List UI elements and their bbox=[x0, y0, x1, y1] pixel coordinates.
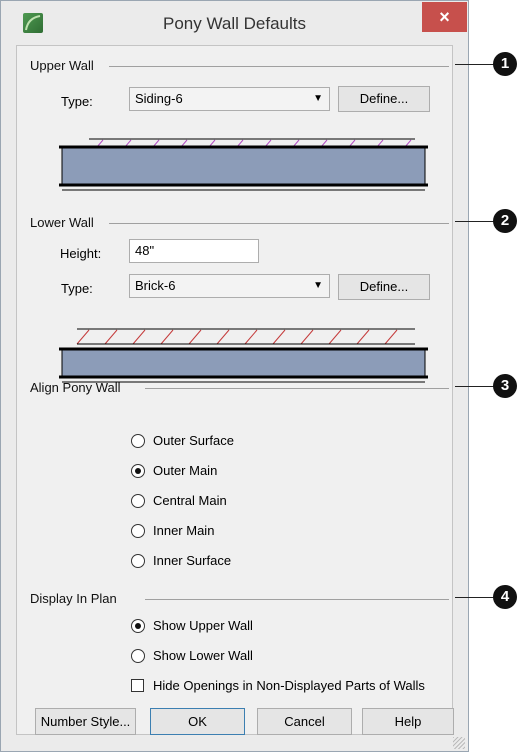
lower-wall-height-label: Height: bbox=[60, 246, 102, 261]
checkbox-label: Hide Openings in Non-Displayed Parts of … bbox=[153, 678, 425, 693]
display-separator bbox=[145, 599, 449, 600]
radio-show-lower-wall[interactable] bbox=[131, 649, 145, 663]
radio-label: Central Main bbox=[153, 493, 227, 508]
upper-wall-type-label: Type: bbox=[61, 94, 93, 109]
dialog-content-panel: Upper Wall Type: Siding-6 ▼ Define... Lo… bbox=[16, 45, 454, 735]
lower-wall-type-value: Brick-6 bbox=[135, 278, 176, 293]
upper-wall-preview bbox=[59, 138, 428, 191]
dropdown-arrow-icon: ▼ bbox=[313, 280, 323, 291]
lower-wall-type-label: Type: bbox=[61, 281, 93, 296]
callout-leader-3 bbox=[455, 386, 495, 387]
cancel-button[interactable]: Cancel bbox=[257, 708, 352, 735]
upper-wall-separator bbox=[109, 66, 449, 67]
ok-button[interactable]: OK bbox=[150, 708, 245, 735]
radio-label: Inner Main bbox=[153, 523, 215, 538]
radio-label: Outer Main bbox=[153, 463, 218, 478]
upper-wall-group-label: Upper Wall bbox=[30, 58, 94, 73]
lower-wall-separator bbox=[109, 223, 449, 224]
radio-central-main[interactable] bbox=[131, 494, 145, 508]
callout-leader-4 bbox=[455, 597, 495, 598]
upper-wall-type-value: Siding-6 bbox=[135, 91, 183, 106]
callout-leader-1 bbox=[455, 64, 495, 65]
upper-wall-type-select[interactable]: Siding-6 ▼ bbox=[129, 87, 330, 111]
radio-label: Outer Surface bbox=[153, 433, 234, 448]
radio-label: Show Lower Wall bbox=[153, 648, 253, 663]
lower-wall-type-select[interactable]: Brick-6 ▼ bbox=[129, 274, 330, 298]
hide-openings-checkbox[interactable] bbox=[131, 679, 144, 692]
upper-wall-define-button[interactable]: Define... bbox=[338, 86, 430, 112]
radio-outer-main[interactable] bbox=[131, 464, 145, 478]
radio-outer-surface[interactable] bbox=[131, 434, 145, 448]
radio-label: Show Upper Wall bbox=[153, 618, 253, 633]
lower-wall-define-button[interactable]: Define... bbox=[338, 274, 430, 300]
resize-grip-icon[interactable] bbox=[453, 737, 465, 749]
callout-marker-4: 4 bbox=[493, 585, 517, 609]
align-separator bbox=[145, 388, 449, 389]
callout-marker-3: 3 bbox=[493, 374, 517, 398]
align-pony-wall-group-label: Align Pony Wall bbox=[30, 380, 121, 395]
dropdown-arrow-icon: ▼ bbox=[313, 93, 323, 104]
callout-marker-1: 1 bbox=[493, 52, 517, 76]
callout-marker-2: 2 bbox=[493, 209, 517, 233]
lower-wall-group-label: Lower Wall bbox=[30, 215, 94, 230]
number-style-button[interactable]: Number Style... bbox=[35, 708, 136, 735]
lower-wall-height-input[interactable]: 48" bbox=[129, 239, 259, 263]
window-title: Pony Wall Defaults bbox=[163, 14, 306, 33]
radio-label: Inner Surface bbox=[153, 553, 232, 568]
radio-inner-surface[interactable] bbox=[131, 554, 145, 568]
pony-wall-defaults-dialog: Pony Wall Defaults × Upper Wall Type: Si… bbox=[0, 0, 469, 752]
lower-wall-preview bbox=[59, 328, 428, 383]
brick-hatch-pattern bbox=[76, 329, 398, 345]
radio-show-upper-wall[interactable] bbox=[131, 619, 145, 633]
radio-inner-main[interactable] bbox=[131, 524, 145, 538]
display-in-plan-group-label: Display In Plan bbox=[30, 591, 117, 606]
help-button[interactable]: Help bbox=[362, 708, 454, 735]
close-button[interactable]: × bbox=[422, 2, 467, 32]
callout-leader-2 bbox=[455, 221, 495, 222]
title-bar: Pony Wall Defaults × bbox=[1, 1, 468, 45]
